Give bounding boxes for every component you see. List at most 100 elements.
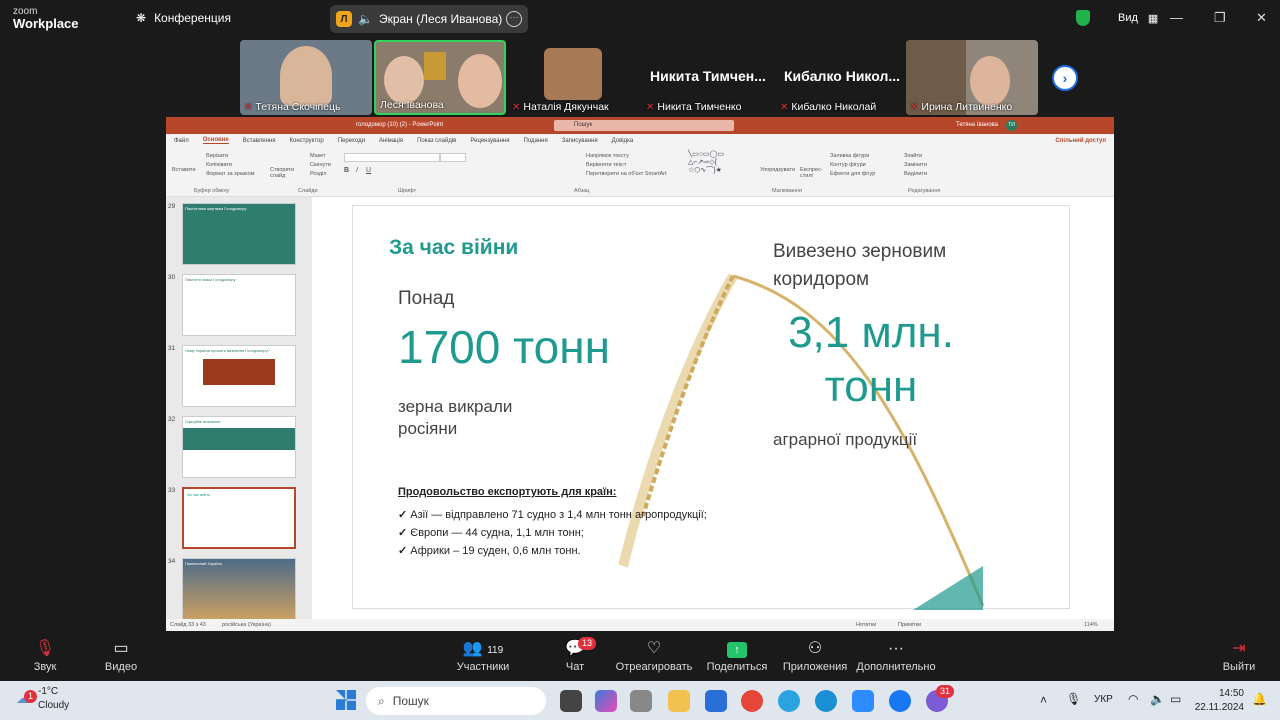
notes-button[interactable]: Нотатки <box>856 622 876 628</box>
notifications-icon[interactable]: 🔔 <box>1252 692 1267 706</box>
slide-thumbnail[interactable]: Офіційне визнання <box>182 416 296 478</box>
leave-button[interactable]: ⇥ Выйти <box>1194 639 1280 673</box>
edge-icon[interactable] <box>815 690 837 712</box>
weather-widget[interactable]: ☁1 -1°C Cloudy <box>16 685 69 713</box>
menu-file[interactable]: Файл <box>174 138 189 144</box>
arrange-button[interactable]: Упорядкувати <box>760 167 795 173</box>
menu-animation[interactable]: Анімація <box>379 138 403 144</box>
start-icon[interactable] <box>336 690 356 710</box>
windows-taskbar: ☁1 -1°C Cloudy ⌕ Пошук 31 ˄ 🎙 УКР ◠ 🔈 ▭ 14… <box>0 681 1280 720</box>
participants-button[interactable]: 👥 119 Участники <box>438 639 528 673</box>
restore-icon[interactable]: ❐ <box>1214 10 1226 26</box>
menu-record[interactable]: Записування <box>562 138 598 144</box>
thumb-number: 31 <box>168 345 176 352</box>
bold-button[interactable]: B <box>344 167 349 174</box>
store-icon[interactable] <box>705 690 727 712</box>
shapes-gallery[interactable]: ╲▭○▭◯▭ △⌐↗⇨◇{☆⬡∿⌒}★ <box>688 151 752 179</box>
folder-icon[interactable] <box>668 690 690 712</box>
menu-transitions[interactable]: Переходи <box>338 138 365 144</box>
participant-tile[interactable]: ✕ Наталія Дякунчак <box>508 40 640 115</box>
screen-share-pill[interactable]: Л 🔈 Экран (Леся Иванова) ··· <box>330 5 528 33</box>
slide-thumbnail-active[interactable]: За час війни <box>182 487 296 549</box>
video-button[interactable]: ▭ Видео <box>76 639 166 673</box>
font-family-select[interactable] <box>344 153 440 162</box>
more-icon[interactable]: ··· <box>506 11 522 27</box>
slide-thumbnail[interactable]: Пшеничний Україна <box>182 558 296 620</box>
participant-tile[interactable]: Никита Тимчен... ✕ Никита Тимченко <box>642 40 774 115</box>
slide-thumbnail[interactable]: Пам'ятники жертвам Голодомору <box>182 203 296 265</box>
font-size-select[interactable] <box>440 153 466 162</box>
shape-fill[interactable]: Заливка фігури <box>830 153 869 159</box>
clock[interactable]: 14:50 22.11.2024 <box>1192 687 1244 715</box>
underline-button[interactable]: U <box>366 167 371 174</box>
smartart-button[interactable]: Перетворити на об'єкт SmartArt <box>586 171 667 177</box>
apps-button[interactable]: ⚇ Приложения <box>770 639 860 673</box>
share-button[interactable]: Спільний доступ <box>1055 138 1106 144</box>
close-icon[interactable]: ✕ <box>1256 10 1267 26</box>
menu-view[interactable]: Подання <box>524 138 548 144</box>
zoom-icon[interactable] <box>852 690 874 712</box>
react-button[interactable]: ♡ Отреагировать <box>609 639 699 673</box>
mic-icon[interactable]: 🎙 <box>1066 692 1081 706</box>
zoom-level[interactable]: 114% <box>1084 622 1098 628</box>
paste-button[interactable]: Вставити <box>172 167 196 173</box>
chevron-up-icon[interactable]: ˄ <box>1040 693 1047 707</box>
next-page-button[interactable]: › <box>1052 65 1078 91</box>
slide-thumbnail[interactable]: Пам'ятні знаки Голодомору <box>182 274 296 336</box>
cut-button[interactable]: Вирізати <box>206 153 228 159</box>
taskbar-search[interactable]: ⌕ Пошук <box>366 687 546 715</box>
menu-home[interactable]: Основне <box>202 137 229 144</box>
participant-tile[interactable]: ✕ Тетяна Скочіпець <box>240 40 372 115</box>
menu-help[interactable]: Довідка <box>612 138 634 144</box>
participant-tile[interactable]: Кибалко Никол... ✕ Кибалко Николай <box>776 40 908 115</box>
participant-tile[interactable]: ✕ Ирина Литвиненко <box>906 40 1038 115</box>
slide-thumbnail[interactable]: Чому Україна просить визнання Голодомору… <box>182 345 296 407</box>
copilot-icon[interactable] <box>595 690 617 712</box>
thumb-title: Чому Україна просить визнання Голодомору… <box>185 348 270 353</box>
replace-button[interactable]: Замінити <box>904 162 927 168</box>
wifi-icon[interactable]: ◠ <box>1128 692 1138 706</box>
reset-button[interactable]: Скинути <box>310 162 331 168</box>
language-indicator[interactable]: УКР <box>1094 694 1113 705</box>
viber-icon[interactable]: 31 <box>926 685 955 712</box>
conference-label: Конференция <box>154 11 231 25</box>
align-text[interactable]: Вирівняти текст <box>586 162 626 168</box>
slide-grain-text: зерна викрали росіяни <box>398 397 513 438</box>
cloud-icon: ☁1 <box>16 690 38 707</box>
copy-button[interactable]: Копіювати <box>206 162 232 168</box>
layout-button[interactable]: Макет <box>310 153 326 159</box>
comments-button[interactable]: Примітки <box>898 622 921 628</box>
camera-icon: ▭ <box>113 640 129 657</box>
language[interactable]: російська (Україна) <box>222 622 271 628</box>
menu-insert[interactable]: Вставлення <box>243 138 276 144</box>
shape-effects[interactable]: Ефекти для фігур <box>830 171 875 177</box>
find-button[interactable]: Знайти <box>904 153 922 159</box>
facebook-icon[interactable] <box>889 690 911 712</box>
grid-icon[interactable]: ▦ <box>1148 12 1158 25</box>
shape-outline[interactable]: Контур фігури <box>830 162 866 168</box>
format-painter-button[interactable]: Формат за зразком <box>206 171 255 177</box>
menu-review[interactable]: Рецензування <box>470 138 509 144</box>
telegram-icon[interactable] <box>778 690 800 712</box>
new-slide-button[interactable]: Створити слайд <box>270 167 298 179</box>
task-view-icon[interactable] <box>560 690 582 712</box>
select-button[interactable]: Виділити <box>904 171 927 177</box>
volume-icon[interactable]: 🔈 <box>1150 692 1165 706</box>
chrome-icon[interactable] <box>741 690 763 712</box>
quick-styles-button[interactable]: Експрес-стилі <box>800 167 824 179</box>
share-button[interactable]: ↑ Поделиться <box>692 639 782 673</box>
minimize-icon[interactable]: — <box>1170 10 1183 25</box>
view-button[interactable]: Вид <box>1118 12 1138 24</box>
more-button[interactable]: ··· Дополнительно <box>851 639 941 673</box>
participant-tile-active[interactable]: Леся Іванова <box>374 40 506 115</box>
text-direction[interactable]: Напрямок тексту <box>586 153 629 159</box>
conference-button[interactable]: ❋ Конференция <box>136 11 231 25</box>
chat-button[interactable]: 💬 Чат 13 <box>530 637 620 673</box>
battery-icon[interactable]: ▭ <box>1170 692 1181 706</box>
photos-icon[interactable] <box>630 690 652 712</box>
ppt-search[interactable]: Пошук <box>554 120 734 131</box>
menu-design[interactable]: Конструктор <box>290 138 324 144</box>
section-button[interactable]: Розділ <box>310 171 326 177</box>
italic-button[interactable]: I <box>356 167 358 174</box>
menu-slideshow[interactable]: Показ слайдів <box>417 138 456 144</box>
